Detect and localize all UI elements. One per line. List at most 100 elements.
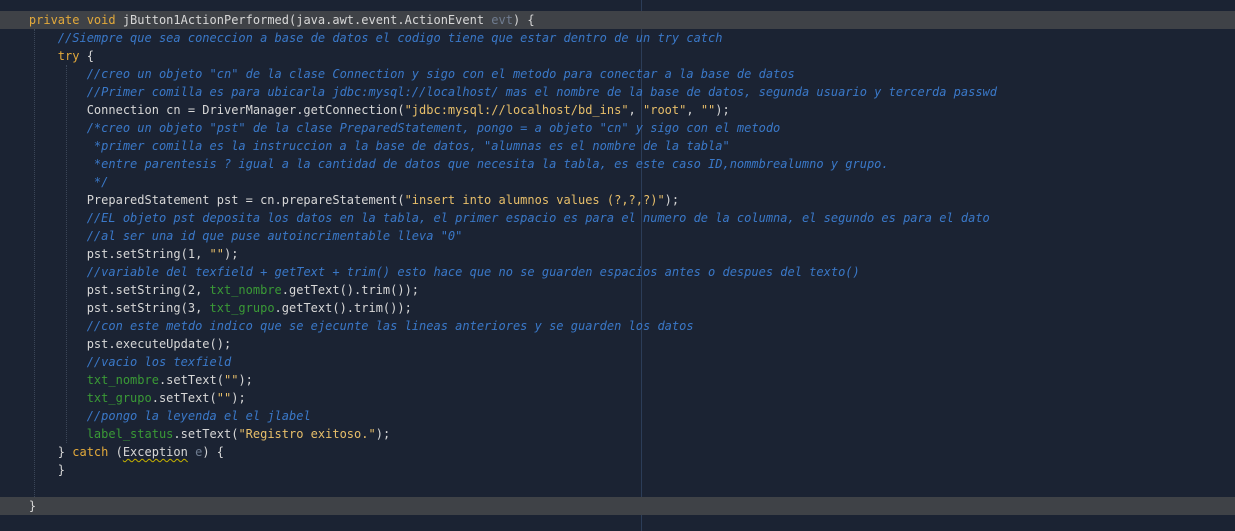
code-token: );	[375, 427, 391, 441]
code-token: .setText(	[151, 391, 217, 405]
code-line[interactable]: //pongo la leyenda el el jlabel	[0, 407, 1235, 425]
code-line[interactable]: //EL objeto pst deposita los datos en la…	[0, 209, 1235, 227]
code-token: txt_nombre	[86, 373, 159, 387]
code-token: {	[79, 49, 94, 63]
code-token: //variable del texfield + getText + trim…	[86, 265, 860, 279]
code-token: }	[0, 445, 73, 459]
code-line[interactable]: }	[0, 497, 1235, 515]
code-line[interactable]: txt_nombre.setText("");	[0, 371, 1235, 389]
code-token: ) {	[512, 13, 535, 27]
code-token: //pongo la leyenda el el jlabel	[86, 409, 311, 423]
code-token: );	[231, 391, 246, 405]
code-token: label_status	[86, 427, 174, 441]
code-token: "root"	[643, 103, 687, 117]
code-line[interactable]: //Primer comilla es para ubicarla jdbc:m…	[0, 83, 1235, 101]
code-token: (	[108, 445, 123, 459]
code-token: );	[238, 373, 253, 387]
code-line[interactable]: */	[0, 173, 1235, 191]
code-line[interactable]: pst.setString(2, txt_nombre.getText().tr…	[0, 281, 1235, 299]
code-token: Connection cn = DriverManager.getConnect…	[0, 103, 405, 117]
code-token: ""	[209, 247, 224, 261]
code-token: Exception	[122, 445, 188, 459]
code-line[interactable]: label_status.setText("Registro exitoso."…	[0, 425, 1235, 443]
code-line[interactable]: *entre parentesis ? igual a la cantidad …	[0, 155, 1235, 173]
code-editor[interactable]: private void jButton1ActionPerformed(jav…	[0, 0, 1235, 531]
code-token: //con este metdo indico que se ejecunte …	[86, 319, 694, 333]
code-line[interactable]: //variable del texfield + getText + trim…	[0, 263, 1235, 281]
code-token: ""	[223, 373, 239, 387]
code-token: */	[93, 175, 109, 189]
code-line[interactable]	[0, 479, 1235, 497]
code-token: .getText().trim());	[281, 283, 420, 297]
code-line[interactable]: Connection cn = DriverManager.getConnect…	[0, 101, 1235, 119]
code-token: catch	[72, 445, 109, 459]
code-line[interactable]: //Siempre que sea coneccion a base de da…	[0, 29, 1235, 47]
code-token: try	[57, 49, 80, 63]
code-token: //al ser una id que puse autoincrimentab…	[86, 229, 463, 243]
code-line[interactable]: txt_grupo.setText("");	[0, 389, 1235, 407]
code-token: ""	[216, 391, 232, 405]
code-line[interactable]: pst.executeUpdate();	[0, 335, 1235, 353]
code-token: "jdbc:mysql://localhost/bd_ins"	[404, 103, 629, 117]
code-token: ) {	[202, 445, 225, 459]
code-line[interactable]: PreparedStatement pst = cn.prepareStatem…	[0, 191, 1235, 209]
code-line[interactable]: private void jButton1ActionPerformed(jav…	[0, 11, 1235, 29]
code-line[interactable]: //con este metdo indico que se ejecunte …	[0, 317, 1235, 335]
code-token: txt_grupo	[86, 391, 152, 405]
code-token: pst.setString(1,	[0, 247, 210, 261]
code-token: );	[664, 193, 680, 207]
code-token: pst.setString(3,	[0, 301, 210, 315]
code-token: .setText(	[173, 427, 239, 441]
code-token: );	[223, 247, 239, 261]
code-token: *primer comilla es la instruccion a la b…	[93, 139, 730, 153]
code-token: //EL objeto pst deposita los datos en la…	[86, 211, 990, 225]
code-token: pst.setString(2,	[0, 283, 210, 297]
code-token: private void	[28, 13, 123, 27]
code-line[interactable]: //creo un objeto "cn" de la clase Connec…	[0, 65, 1235, 83]
code-token: //vacio los texfield	[86, 355, 232, 369]
code-token: }	[0, 499, 37, 513]
code-token: pst.executeUpdate();	[0, 337, 232, 351]
code-token: /*creo un objeto "pst" de la clase Prepa…	[86, 121, 781, 135]
code-line[interactable]: pst.setString(1, "");	[0, 245, 1235, 263]
code-token: txt_grupo	[209, 301, 275, 315]
code-token: evt	[491, 13, 513, 27]
code-line[interactable]: try {	[0, 47, 1235, 65]
code-line[interactable]: }	[0, 461, 1235, 479]
code-line[interactable]: //vacio los texfield	[0, 353, 1235, 371]
code-token: PreparedStatement pst = cn.prepareStatem…	[0, 193, 405, 207]
code-token: ,	[686, 103, 701, 117]
code-line[interactable]: *primer comilla es la instruccion a la b…	[0, 137, 1235, 155]
code-token: txt_nombre	[209, 283, 282, 297]
code-token: ,	[628, 103, 643, 117]
code-token: }	[0, 463, 66, 477]
code-token: .setText(	[158, 373, 224, 387]
code-line[interactable]: } catch (Exception e) {	[0, 443, 1235, 461]
code-line[interactable]: //al ser una id que puse autoincrimentab…	[0, 227, 1235, 245]
code-token: "insert into alumnos values (?,?,?)"	[404, 193, 665, 207]
code-line[interactable]: /*creo un objeto "pst" de la clase Prepa…	[0, 119, 1235, 137]
code-token: "Registro exitoso."	[238, 427, 376, 441]
code-line[interactable]: pst.setString(3, txt_grupo.getText().tri…	[0, 299, 1235, 317]
code-token: .getText().trim());	[274, 301, 412, 315]
code-token: );	[715, 103, 730, 117]
